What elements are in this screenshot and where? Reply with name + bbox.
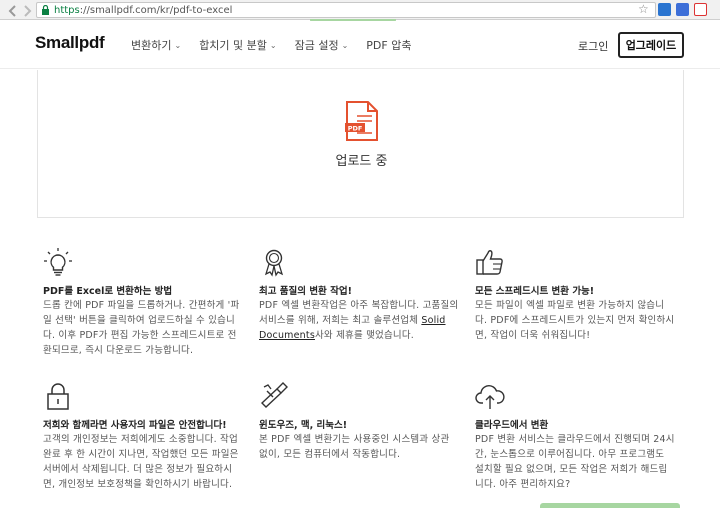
chevron-down-icon: ⌄ [269, 40, 277, 50]
feature-title: 모든 스프레드시트 변환 가능! [475, 286, 595, 297]
login-link[interactable]: 로그인 [578, 38, 608, 54]
feature-cloud: 클라우드에서 변환 PDF 변환 서비스는 클라우드에서 진행되며 24시간, … [475, 381, 675, 492]
feature-desc: 모든 파일이 엑셀 파일로 변환 가능하지 않습니다. PDF에 스프레드시트가… [475, 300, 675, 341]
lock-icon [42, 5, 49, 15]
url-path: ://smallpdf.com/kr/pdf-to-excel [79, 4, 233, 16]
nav-compress-label: PDF 압축 [366, 39, 412, 52]
feature-desc: PDF 엑셀 변환작업은 아주 복잡합니다. 고품질의 서비스를 위해, 저희는… [259, 298, 459, 343]
feature-quality: 최고 품질의 변환 작업! PDF 엑셀 변환작업은 아주 복잡합니다. 고품질… [259, 247, 459, 343]
lightbulb-icon [44, 248, 72, 276]
nav-security[interactable]: 잠금 설정 ⌄ [295, 37, 349, 53]
award-ribbon-icon [264, 249, 284, 277]
nav-compress[interactable]: PDF 압축 [366, 37, 411, 53]
thumbs-up-icon [476, 250, 503, 275]
feature-desc: PDF 변환 서비스는 클라우드에서 진행되며 24시간, 눈스톱으로 이루어집… [475, 434, 675, 490]
desc-text: 사와 제휴를 맺었습니다. [314, 330, 415, 341]
url-scheme: https [54, 4, 80, 16]
feature-desc: 고객의 개인정보는 저희에게도 소중합니다. 작업 완료 후 한 시간이 지나면… [43, 434, 239, 490]
chevron-down-icon: ⌄ [341, 40, 349, 50]
feature-title: 클라우드에서 변환 [475, 420, 549, 431]
feature-desc: 드롭 칸에 PDF 파일을 드롭하거나. 간편하게 '파일 선택' 버튼을 클릭… [43, 300, 240, 356]
pdf-file-icon: PDF [345, 101, 378, 141]
padlock-icon [47, 383, 69, 410]
nav-convert[interactable]: 변환하기 ⌄ [131, 37, 181, 53]
upgrade-button[interactable]: 업그레이드 [618, 32, 684, 58]
feature-title: 저희와 함께라면 사용자의 파일은 안전합니다! [43, 420, 227, 431]
feature-title: PDF를 Excel로 변환하는 방법 [43, 286, 173, 297]
multi-tool-icon [260, 382, 288, 408]
upload-dropzone[interactable]: PDF 업로드 중 [37, 70, 684, 218]
extension-download-icon[interactable] [658, 3, 671, 16]
upload-status: 업로드 중 [335, 154, 388, 169]
feature-platforms: 윈도우즈, 맥, 리눅스! 본 PDF 엑셀 변환기는 사용중인 시스템과 상관… [259, 381, 459, 462]
progress-strip-bottom [540, 503, 680, 508]
site-header: Smallpdf 변환하기 ⌄ 합치기 및 분할 ⌄ 잠금 설정 ⌄ PDF 압축 로… [0, 21, 720, 69]
chevron-down-icon: ⌄ [174, 40, 182, 50]
nav-merge-split-label: 합치기 및 분할 [199, 39, 267, 52]
back-icon[interactable] [6, 3, 20, 17]
nav-merge-split[interactable]: 합치기 및 분할 ⌄ [199, 37, 276, 53]
feature-title: 윈도우즈, 맥, 리눅스! [259, 420, 348, 431]
cloud-upload-icon [475, 385, 505, 409]
browser-toolbar: https://smallpdf.com/kr/pdf-to-excel ☆ [0, 0, 720, 20]
feature-desc: 본 PDF 엑셀 변환기는 사용중인 시스템과 상관 없이, 모든 컴퓨터에서 … [259, 434, 450, 460]
feature-how-to: PDF를 Excel로 변환하는 방법 드롭 칸에 PDF 파일을 드롭하거나.… [43, 247, 243, 358]
address-bar[interactable]: https://smallpdf.com/kr/pdf-to-excel [36, 2, 656, 18]
bookmark-star-icon[interactable]: ☆ [638, 2, 652, 16]
nav-convert-label: 변환하기 [131, 39, 172, 52]
extension-red-icon[interactable] [694, 3, 707, 16]
feature-title: 최고 품질의 변환 작업! [259, 286, 352, 297]
nav-security-label: 잠금 설정 [294, 39, 339, 52]
pdf-badge-label: PDF [348, 125, 363, 133]
logo[interactable]: Smallpdf [35, 33, 105, 53]
forward-icon[interactable] [20, 3, 34, 17]
main-nav: 변환하기 ⌄ 합치기 및 분할 ⌄ 잠금 설정 ⌄ PDF 압축 [131, 37, 429, 53]
feature-security: 저희와 함께라면 사용자의 파일은 안전합니다! 고객의 개인정보는 저희에게도… [43, 381, 243, 492]
feature-spreadsheets: 모든 스프레드시트 변환 가능! 모든 파일이 엑셀 파일로 변환 가능하지 않… [475, 247, 675, 343]
extension-blue-icon[interactable] [676, 3, 689, 16]
